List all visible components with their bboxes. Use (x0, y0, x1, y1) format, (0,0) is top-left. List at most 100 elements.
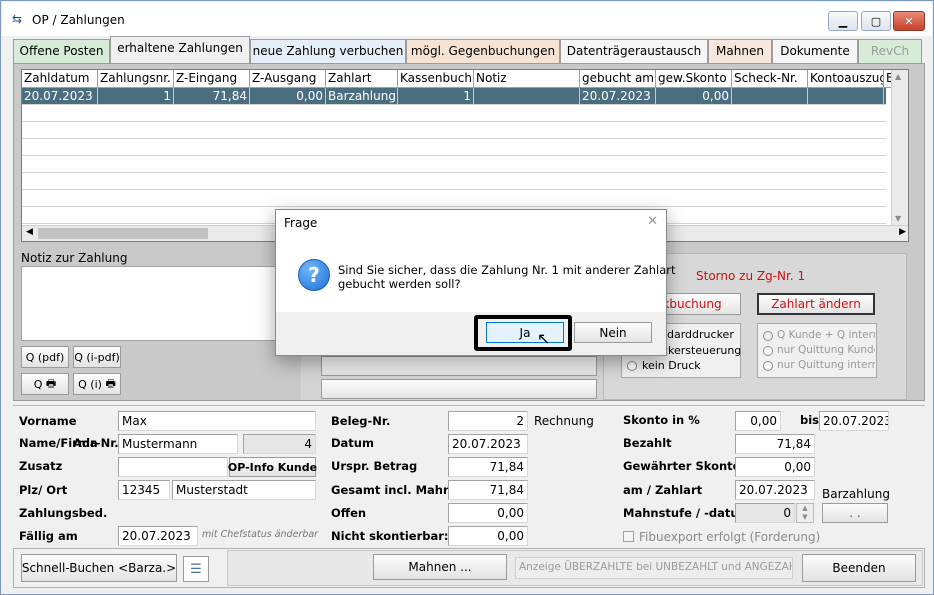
urspr-betrag-field[interactable]: 71,84 (448, 457, 528, 477)
scroll-up-icon[interactable]: ▲ (895, 72, 901, 81)
faellig-field[interactable]: 20.07.2023 (118, 526, 198, 546)
q-pdf-button[interactable]: Q (pdf) (21, 346, 69, 368)
schnell-buchen-button[interactable]: Schnell-Buchen <Barza.> (21, 554, 177, 582)
col-zahlart[interactable]: Zahlart (326, 70, 398, 88)
tab-revch[interactable]: RevCh (858, 39, 922, 63)
am-zahlart-label: am / Zahlart (623, 483, 703, 497)
zahlart-aendern-button[interactable]: Zahlart ändern (757, 293, 875, 315)
skonto-label: Skonto in % (623, 413, 700, 427)
tab-dokumente[interactable]: Dokumente (772, 39, 858, 63)
col-z-ausgang[interactable]: Z-Ausgang (250, 70, 326, 88)
datum-label: Datum (331, 436, 374, 450)
fibuexport-label: Fibuexport erfolgt (Forderung) (639, 530, 821, 544)
hscroll-thumb[interactable] (38, 228, 208, 239)
ort-field[interactable]: Musterstadt (172, 480, 316, 500)
mahndatum-button[interactable]: . . (822, 503, 888, 523)
maximize-button[interactable]: ▢ (861, 11, 891, 31)
col-kontoauszug[interactable]: Kontoauszug (808, 70, 884, 88)
printer-icon: 🖶 (45, 376, 57, 390)
adr-nr-field[interactable]: 4 (243, 434, 316, 454)
zusatz-field[interactable] (118, 457, 228, 477)
blank-button-2[interactable] (321, 379, 597, 399)
yes-button[interactable]: Ja (486, 322, 564, 343)
table-row[interactable] (22, 139, 886, 156)
datum-field[interactable]: 20.07.2023 (448, 434, 528, 454)
anzeige-ueberzahlte-field[interactable]: Anzeige ÜBERZAHLTE bei UNBEZAHLT und ANG… (515, 557, 793, 579)
table-row[interactable] (22, 122, 886, 139)
am-zahlart-field[interactable]: 20.07.2023 (735, 480, 815, 500)
scroll-down-icon[interactable]: ▼ (895, 214, 901, 223)
beleg-label: Beleg-Nr. (331, 414, 391, 428)
cell-gebucht-am: 20.07.2023 (580, 88, 656, 105)
col-notiz[interactable]: Notiz (474, 70, 580, 88)
table-row[interactable] (22, 190, 886, 207)
bezahlt-field[interactable]: 71,84 (735, 434, 815, 454)
scroll-right-icon[interactable]: ▶ (899, 227, 906, 237)
dialog-close-icon[interactable]: ✕ (647, 214, 658, 229)
vorname-field[interactable]: Max (118, 411, 316, 431)
tab-gegenbuchungen[interactable]: mögl. Gegenbuchungen (406, 39, 560, 63)
beleg-field[interactable]: 2 (448, 411, 528, 431)
cell-zahlart: Barzahlung (326, 88, 398, 105)
q-kunde-intern-label: Q Kunde + Q intern (777, 329, 875, 341)
offen-label: Offen (331, 506, 367, 520)
question-dialog: Frage ✕ ? Sind Sie sicher, dass die Zahl… (275, 209, 676, 356)
skonto-field[interactable]: 0,00 (735, 411, 781, 431)
close-button[interactable]: ✕ (893, 11, 925, 31)
col-zahlungsnr[interactable]: Zahlungsnr. (98, 70, 174, 88)
offen-field[interactable]: 0,00 (448, 503, 528, 523)
zahlart-value: Barzahlung (822, 487, 890, 501)
mahnstufe-field[interactable]: 0 (735, 503, 795, 523)
tab-datentraeger[interactable]: Datenträgeraustausch (560, 39, 708, 63)
radio-nur-quittung-intern[interactable] (763, 361, 773, 371)
no-button[interactable]: Nein (574, 322, 652, 343)
gesamt-field[interactable]: 71,84 (448, 480, 528, 500)
dialog-message-line1: Sind Sie sicher, dass die Zahlung Nr. 1 … (338, 263, 676, 277)
list-icon-button[interactable]: ☰ (183, 556, 209, 582)
mahnen-button[interactable]: Mahnen ... (373, 554, 507, 580)
plz-field[interactable]: 12345 (118, 480, 170, 500)
dialog-footer: Ja Nein (276, 312, 666, 355)
name-field[interactable]: Mustermann (118, 434, 238, 454)
gewaehrter-skonto-field[interactable]: 0,00 (735, 457, 815, 477)
nicht-skontierbar-field[interactable]: 0,00 (448, 526, 528, 546)
col-z-eingang[interactable]: Z-Eingang (174, 70, 250, 88)
bis-field[interactable]: 20.07.2023 (819, 411, 889, 431)
chefstatus-note: mit Chefstatus änderbar (202, 529, 319, 540)
col-zahldatum[interactable]: Zahldatum (22, 70, 98, 88)
bis-label: bis (800, 413, 820, 427)
cell-scheck-nr (732, 88, 808, 105)
fibuexport-checkbox[interactable] (623, 531, 634, 542)
table-vscrollbar[interactable]: ▲ ▼ (891, 70, 908, 225)
scroll-left-icon[interactable]: ◀ (26, 227, 33, 237)
bezahlt-label: Bezahlt (623, 436, 672, 450)
radio-nur-quittung-kunde[interactable] (763, 346, 773, 356)
faellig-label: Fällig am (19, 529, 78, 543)
col-gew-skonto[interactable]: gew.Skonto (656, 70, 732, 88)
op-info-kunde-button[interactable]: OP-Info Kunde (228, 457, 317, 477)
q-print-button[interactable]: Q 🖶 (21, 373, 69, 395)
cell-zahlungsnr: 1 (98, 88, 174, 105)
q-ipdf-button[interactable]: Q (i-pdf) (73, 346, 121, 368)
blank-button-1[interactable] (321, 356, 597, 376)
notiz-textarea[interactable] (21, 266, 279, 341)
radio-q-kunde-intern[interactable] (763, 331, 773, 341)
beleg-typ: Rechnung (534, 414, 594, 428)
tab-erhaltene-zahlungen[interactable]: erhaltene Zahlungen (110, 36, 250, 63)
beenden-button[interactable]: Beenden (802, 554, 916, 582)
table-row[interactable] (22, 105, 886, 122)
tab-neue-zahlung[interactable]: neue Zahlung verbuchen (250, 39, 406, 63)
table-row[interactable]: 20.07.2023 1 71,84 0,00 Barzahlung 1 20.… (22, 88, 886, 105)
col-scheck-nr[interactable]: Scheck-Nr. (732, 70, 808, 88)
table-row[interactable] (22, 173, 886, 190)
tab-offene-posten[interactable]: Offene Posten (13, 39, 110, 63)
minimize-button[interactable]: ▁ (828, 11, 858, 31)
col-kassenbuchnr[interactable]: Kassenbuchnr (398, 70, 474, 88)
qi-print-button[interactable]: Q (i) 🖶 (73, 373, 121, 395)
tab-mahnen[interactable]: Mahnen (708, 39, 772, 63)
mahnstufe-spinner[interactable]: ▲ ▼ (796, 503, 814, 523)
radio-kein-druck[interactable] (627, 361, 637, 371)
col-gebucht-am[interactable]: gebucht am (580, 70, 656, 88)
table-row[interactable] (22, 156, 886, 173)
urspr-betrag-label: Urspr. Betrag (331, 459, 418, 473)
